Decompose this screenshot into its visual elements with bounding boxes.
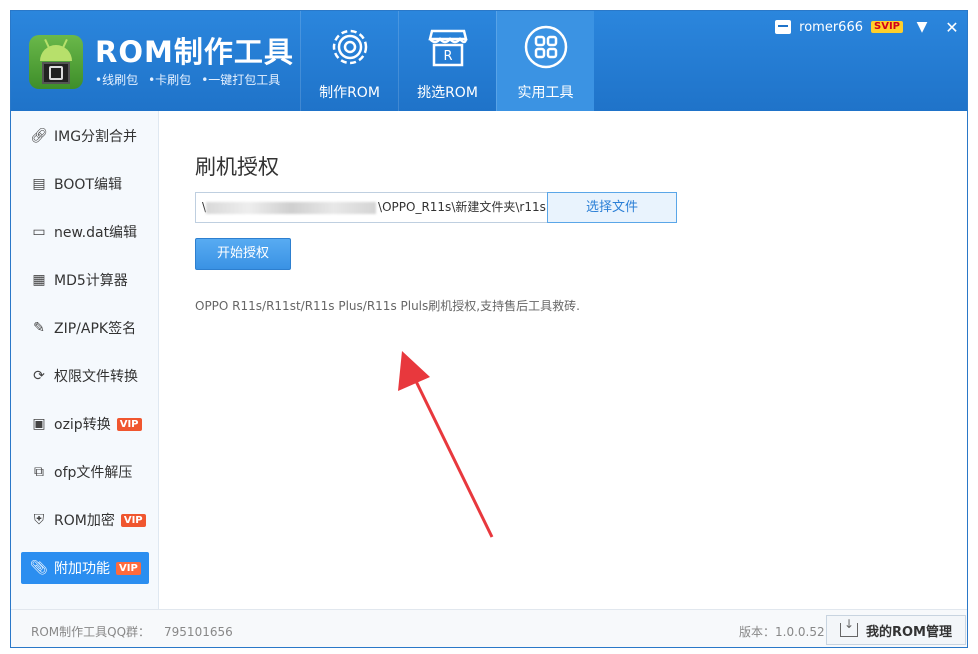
sidebar-item-label: ROM加密 bbox=[54, 513, 115, 529]
app-title: ROM制作工具 bbox=[95, 35, 294, 69]
tab-pick-rom[interactable]: R 挑选ROM bbox=[398, 11, 496, 111]
paperclip-icon: 📎︎ bbox=[30, 560, 48, 576]
qq-number: 795101656 bbox=[164, 625, 233, 639]
document-icon: ▤ bbox=[32, 176, 46, 192]
vip-badge: VIP bbox=[120, 513, 146, 527]
tab-make-rom[interactable]: 制作ROM bbox=[300, 11, 398, 111]
sidebar-item-label: 权限文件转换 bbox=[54, 369, 138, 385]
sidebar-item-permission-convert[interactable]: ⟳ 权限文件转换 bbox=[21, 360, 149, 392]
tab-label: 制作ROM bbox=[319, 85, 380, 101]
download-icon bbox=[840, 617, 858, 637]
tab-utilities[interactable]: 实用工具 bbox=[496, 11, 594, 111]
sidebar-item-rom-encrypt[interactable]: ⛨ ROM加密 VIP bbox=[21, 504, 149, 536]
subtitle-item: •卡刷包 bbox=[148, 73, 192, 87]
shield-icon: ⛨ bbox=[33, 512, 45, 528]
refresh-icon: ⟳ bbox=[33, 368, 45, 384]
choose-file-button[interactable]: 选择文件 bbox=[547, 192, 677, 223]
app-subtitle: •线刷包 •卡刷包 •一键打包工具 bbox=[95, 71, 280, 88]
sidebar-item-img-split[interactable]: 🔗︎ IMG分割合并 bbox=[21, 120, 149, 152]
extract-icon: ⧉ bbox=[34, 464, 44, 480]
redacted-path bbox=[206, 201, 377, 214]
sidebar-item-ozip[interactable]: ▣ ozip转换 VIP bbox=[21, 408, 149, 440]
sidebar-item-md5[interactable]: ▦ MD5计算器 bbox=[21, 264, 149, 296]
main-panel: 刷机授权 \ \OPPO_R11s\新建文件夹\r11s 选择文件 开始授权 OP… bbox=[160, 111, 967, 609]
svg-text:R: R bbox=[443, 49, 452, 64]
store-icon: R bbox=[428, 29, 468, 67]
sidebar-item-ofp-extract[interactable]: ⧉ ofp文件解压 bbox=[21, 456, 149, 488]
close-icon[interactable]: ✕ bbox=[941, 18, 963, 37]
sidebar-item-label: MD5计算器 bbox=[54, 273, 128, 289]
annotation-arrow bbox=[398, 351, 494, 538]
subtitle-item: •一键打包工具 bbox=[201, 73, 281, 87]
sidebar-item-extra-features[interactable]: 📎︎ 附加功能 VIP bbox=[21, 552, 149, 584]
sidebar-item-label: BOOT编辑 bbox=[54, 177, 122, 193]
file-convert-icon: ▣ bbox=[32, 416, 46, 432]
user-icon bbox=[775, 20, 792, 34]
app-window: ROM制作工具 •线刷包 •卡刷包 •一键打包工具 制作ROM R 挑选ROM bbox=[10, 10, 968, 648]
sidebar-item-label: IMG分割合并 bbox=[54, 129, 138, 145]
sidebar: 🔗︎ IMG分割合并 ▤ BOOT编辑 ▭ new.dat编辑 ▦ MD5计算器… bbox=[11, 111, 159, 609]
path-value: \OPPO_R11s\新建文件夹\r11s bbox=[378, 200, 546, 214]
sidebar-item-label: ofp文件解压 bbox=[54, 465, 133, 481]
qq-label: ROM制作工具QQ群： bbox=[31, 625, 151, 639]
link-icon: 🔗︎ bbox=[30, 128, 48, 144]
sidebar-item-label: new.dat编辑 bbox=[54, 225, 138, 241]
gear-icon bbox=[332, 29, 368, 65]
username[interactable]: romer666 bbox=[799, 20, 863, 35]
footer-bar: ROM制作工具QQ群： 795101656 版本：1.0.0.52 我的ROM管理 bbox=[11, 609, 967, 647]
sidebar-item-label: 附加功能 bbox=[54, 561, 110, 577]
chevron-down-icon[interactable]: ▼ bbox=[911, 19, 933, 35]
calculator-icon: ▦ bbox=[32, 272, 46, 288]
sidebar-item-label: ozip转换 bbox=[54, 417, 111, 433]
sidebar-item-newdat-edit[interactable]: ▭ new.dat编辑 bbox=[21, 216, 149, 248]
version-text: 版本：1.0.0.52 bbox=[739, 625, 825, 639]
user-area: romer666 SVIP ▼ ✕ bbox=[775, 11, 967, 43]
app-logo bbox=[29, 35, 83, 89]
sidebar-item-zip-sign[interactable]: ✎ ZIP/APK签名 bbox=[21, 312, 149, 344]
tab-label: 挑选ROM bbox=[417, 85, 478, 101]
start-authorization-button[interactable]: 开始授权 bbox=[195, 238, 291, 270]
file-path-input[interactable]: \ \OPPO_R11s\新建文件夹\r11s bbox=[195, 192, 547, 223]
subtitle-item: •线刷包 bbox=[95, 73, 139, 87]
header-bar: ROM制作工具 •线刷包 •卡刷包 •一键打包工具 制作ROM R 挑选ROM bbox=[11, 11, 967, 111]
sidebar-item-label: ZIP/APK签名 bbox=[54, 321, 137, 337]
edit-icon: ✎ bbox=[33, 320, 45, 336]
grid-icon bbox=[524, 25, 568, 69]
vip-badge: VIP bbox=[116, 417, 142, 431]
vip-badge: VIP bbox=[116, 561, 141, 575]
sidebar-item-boot-edit[interactable]: ▤ BOOT编辑 bbox=[21, 168, 149, 200]
svip-badge: SVIP bbox=[871, 21, 903, 33]
folder-icon: ▭ bbox=[32, 224, 46, 240]
qq-group: ROM制作工具QQ群： 795101656 bbox=[31, 623, 233, 640]
my-rom-manage-button[interactable]: 我的ROM管理 bbox=[826, 615, 966, 645]
my-rom-label: 我的ROM管理 bbox=[866, 624, 952, 640]
description-text: OPPO R11s/R11st/R11s Plus/R11s Pluls刷机授权… bbox=[195, 299, 580, 313]
tab-label: 实用工具 bbox=[517, 85, 574, 101]
page-title: 刷机授权 bbox=[195, 155, 279, 179]
